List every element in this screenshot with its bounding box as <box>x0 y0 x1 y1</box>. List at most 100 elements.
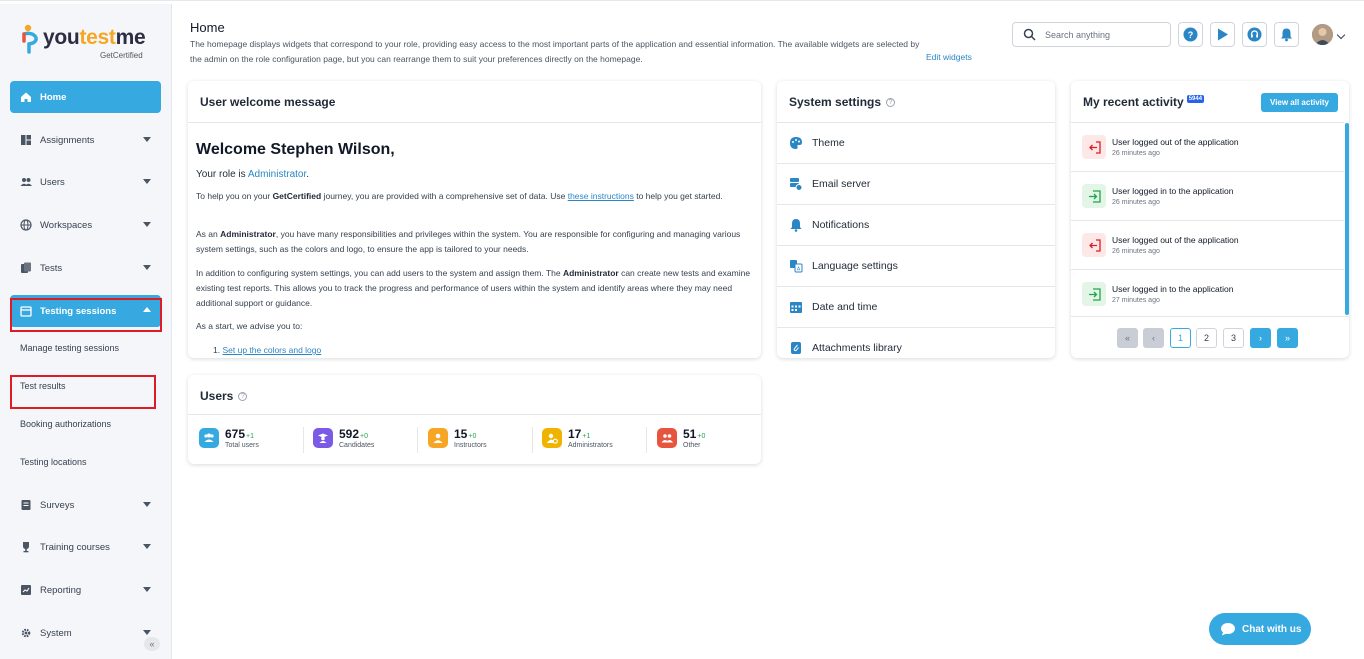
help-button[interactable]: ? <box>1178 22 1203 47</box>
card-title: System settings? <box>789 95 896 109</box>
welcome-heading: Welcome Stephen Wilson, <box>196 141 395 158</box>
help-icon[interactable]: ? <box>238 392 248 402</box>
search-input[interactable]: Search anything <box>1012 22 1171 47</box>
sidebar-item-workspaces[interactable]: Workspaces <box>10 209 161 241</box>
stat-label: Instructors <box>454 442 487 449</box>
attachment-icon <box>789 341 803 355</box>
stat-candidates[interactable]: 592+0 Candidates <box>313 427 418 453</box>
chevron-down-icon <box>143 502 151 507</box>
sidebar-subitem-booking-authorizations[interactable]: Booking authorizations <box>20 419 111 429</box>
settings-row-language[interactable]: A Language settings <box>777 245 1055 286</box>
settings-row-label: Language settings <box>812 260 898 272</box>
page-2-button[interactable]: 2 <box>1196 328 1217 348</box>
chevron-down-icon[interactable] <box>1336 30 1346 40</box>
activity-scrollbar[interactable] <box>1345 123 1349 315</box>
stat-instructors[interactable]: 15+0 Instructors <box>428 427 533 453</box>
logo-wordmark: youtestme <box>43 26 146 49</box>
edit-widgets-link[interactable]: Edit widgets <box>926 52 972 62</box>
help-icon[interactable]: ? <box>886 98 896 108</box>
support-button[interactable] <box>1242 22 1267 47</box>
sidebar-item-tests[interactable]: Tests <box>10 252 161 284</box>
avatar[interactable] <box>1312 24 1333 45</box>
stat-count: 675+1 <box>225 427 255 441</box>
stat-label: Candidates <box>339 442 375 449</box>
activity-time: 26 minutes ago <box>1112 150 1160 157</box>
notifications-button[interactable] <box>1274 22 1299 47</box>
language-icon: A <box>789 259 803 273</box>
sidebar-item-assignments[interactable]: Assignments <box>10 124 161 156</box>
prev-page-button[interactable]: ‹ <box>1143 328 1164 348</box>
paragraph-start: As a start, we advise you to: <box>196 321 303 331</box>
sidebar-subitem-manage-testing-sessions[interactable]: Manage testing sessions <box>20 343 119 353</box>
stat-total-users[interactable]: 675+1 Total users <box>199 427 304 453</box>
view-all-activity-button[interactable]: View all activity <box>1261 93 1338 112</box>
users-card: Users? 675+1 Total users 592+0 Candidate… <box>188 375 761 464</box>
play-icon <box>1218 28 1228 41</box>
candidate-icon <box>313 428 333 448</box>
sidebar-item-home[interactable]: Home <box>10 81 161 113</box>
chevron-down-icon <box>143 222 151 227</box>
login-icon <box>1082 184 1106 208</box>
sidebar-item-label: Home <box>40 91 67 103</box>
user-photo-icon <box>1312 24 1333 45</box>
login-icon <box>1082 282 1106 306</box>
collapse-sidebar-button[interactable]: « <box>144 637 160 651</box>
stat-label: Administrators <box>568 442 613 449</box>
sidebar-item-users[interactable]: Users <box>10 166 161 198</box>
paragraph-responsibilities: As an Administrator, you have many respo… <box>196 229 741 254</box>
sidebar-item-surveys[interactable]: Surveys <box>10 489 161 521</box>
paragraph-configuration: In addition to configuring system settin… <box>196 268 751 308</box>
help-icon: ? <box>1183 27 1198 42</box>
sidebar: youtestme GetCertified Home Assignments … <box>0 4 172 659</box>
gear-icon <box>20 627 32 639</box>
tests-icon <box>20 262 32 274</box>
page-1-button[interactable]: 1 <box>1170 328 1191 348</box>
settings-row-date-time[interactable]: Date and time <box>777 286 1055 327</box>
settings-row-attachments[interactable]: Attachments library <box>777 327 1055 358</box>
stat-administrators[interactable]: 17+1 Administrators <box>542 427 647 453</box>
sidebar-item-system[interactable]: System <box>10 617 161 649</box>
settings-row-label: Theme <box>812 137 845 149</box>
sidebar-item-label: Surveys <box>40 499 75 511</box>
list-item: 1. Set up the colors and logo <box>213 345 322 355</box>
logo[interactable]: youtestme GetCertified <box>22 24 162 64</box>
highlight-box-testing-sessions <box>10 298 162 332</box>
chat-with-us-button[interactable]: Chat with us <box>1209 613 1311 645</box>
activity-row: User logged out of the application 26 mi… <box>1071 220 1344 269</box>
role-link[interactable]: Administrator <box>248 169 306 180</box>
divider <box>417 427 418 453</box>
welcome-card: User welcome message Welcome Stephen Wil… <box>188 81 761 358</box>
sidebar-item-label: Workspaces <box>40 219 93 231</box>
stat-count: 592+0 <box>339 427 369 441</box>
trophy-icon <box>20 541 32 553</box>
first-page-button[interactable]: « <box>1117 328 1138 348</box>
page-description: The homepage displays widgets that corre… <box>190 39 920 64</box>
sidebar-subitem-testing-locations[interactable]: Testing locations <box>20 457 87 467</box>
setup-colors-link[interactable]: Set up the colors and logo <box>222 345 321 355</box>
card-title: My recent activity 5944 <box>1083 95 1205 109</box>
other-users-icon <box>657 428 677 448</box>
instructions-link[interactable]: these instructions <box>568 191 634 201</box>
card-title: Users? <box>200 389 248 403</box>
last-page-button[interactable]: » <box>1277 328 1298 348</box>
page-3-button[interactable]: 3 <box>1223 328 1244 348</box>
next-page-button[interactable]: › <box>1250 328 1271 348</box>
chevron-down-icon <box>143 137 151 142</box>
settings-row-email-server[interactable]: Email server <box>777 163 1055 204</box>
top-border <box>0 0 1364 4</box>
settings-row-theme[interactable]: Theme <box>777 122 1055 163</box>
sidebar-item-reporting[interactable]: Reporting <box>10 574 161 606</box>
paragraph-intro: To help you on your GetCertified journey… <box>196 191 723 201</box>
settings-row-label: Date and time <box>812 301 878 313</box>
activity-text: User logged in to the application <box>1112 186 1234 196</box>
sidebar-item-label: Training courses <box>40 541 110 553</box>
divider <box>188 122 761 123</box>
divider <box>188 414 761 415</box>
play-tutorial-button[interactable] <box>1210 22 1235 47</box>
sidebar-item-training-courses[interactable]: Training courses <box>10 531 161 563</box>
assignments-icon <box>20 134 32 146</box>
settings-row-notifications[interactable]: Notifications <box>777 204 1055 245</box>
survey-icon <box>20 499 32 511</box>
activity-time: 26 minutes ago <box>1112 199 1160 206</box>
stat-other[interactable]: 51+0 Other <box>657 427 761 453</box>
